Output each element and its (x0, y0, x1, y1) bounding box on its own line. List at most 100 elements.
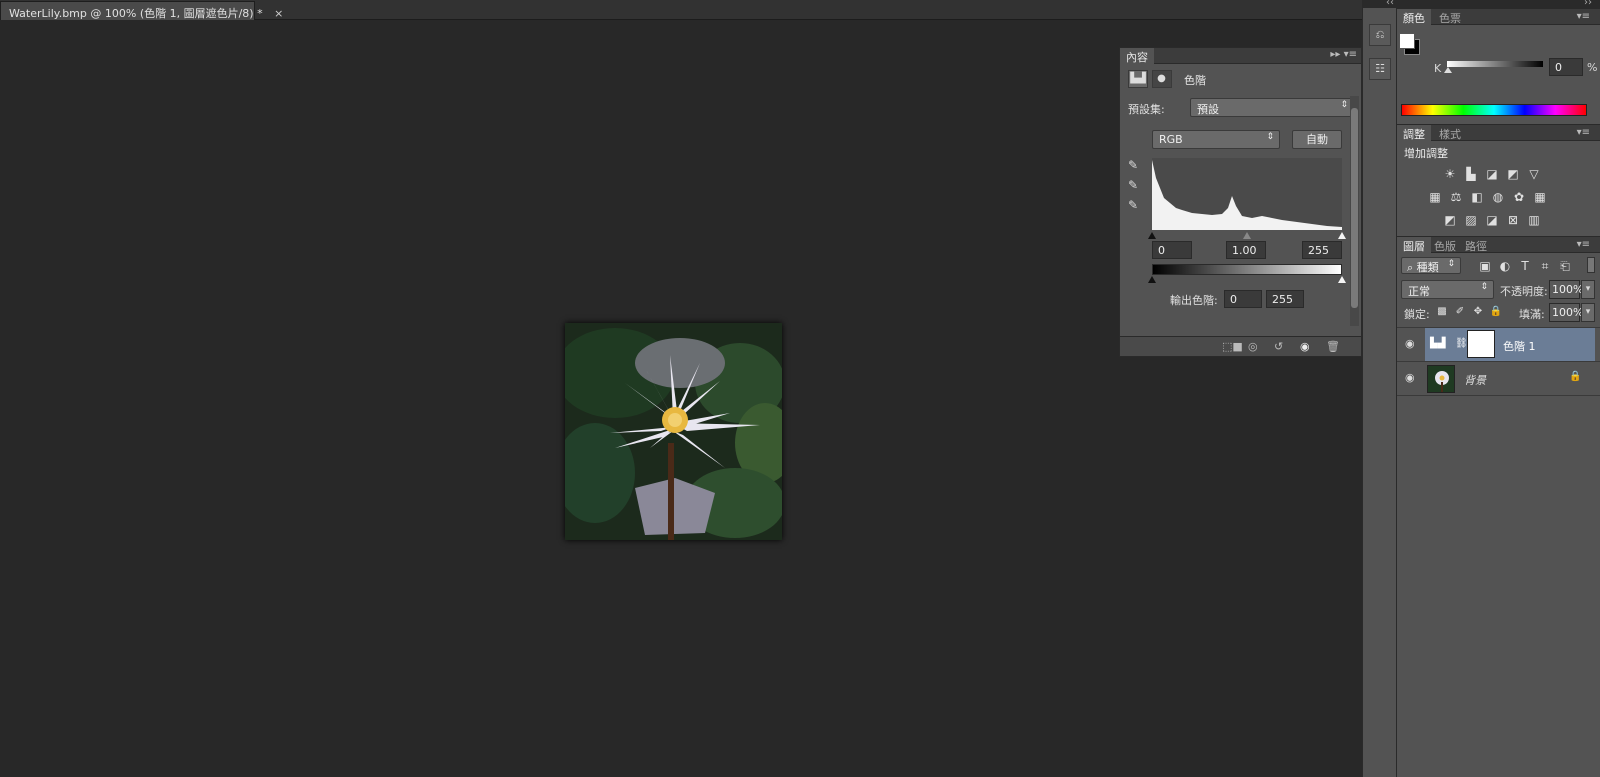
fill-field[interactable]: 100% (1549, 303, 1583, 322)
foreground-color-swatch[interactable] (1399, 33, 1415, 49)
color-panel-tabs: 顏色 色票 ▾≡ (1397, 9, 1600, 25)
levels-adjust-icon[interactable]: ▙ (1463, 167, 1479, 181)
output-black-slider[interactable] (1148, 276, 1156, 283)
lock-label: 鎖定: (1404, 308, 1430, 321)
tab-channels[interactable]: 色版 (1428, 237, 1462, 253)
fill-dropdown-icon[interactable]: ▾ (1581, 303, 1595, 322)
gray-eyedropper-icon[interactable]: ✎ (1128, 178, 1144, 194)
layer-mask-thumbnail[interactable] (1467, 330, 1495, 358)
trash-icon[interactable]: 🗑 (1326, 340, 1340, 353)
levels-icon[interactable]: ▙▟ (1128, 70, 1148, 88)
document-tab-bar: WaterLily.bmp @ 100% (色階 1, 圖層遮色片/8) * × (0, 0, 1600, 20)
color-panel: 顏色 色票 ▾≡ K 0 % (1397, 8, 1600, 124)
water-lily-image[interactable] (565, 323, 782, 540)
properties-dock-icon[interactable]: ☷ (1369, 58, 1391, 80)
output-black-field[interactable]: 0 (1224, 290, 1262, 308)
reset-icon[interactable]: ↺ (1274, 340, 1283, 353)
blend-mode-select[interactable]: 正常 ⇕ (1401, 280, 1494, 299)
lock-transparent-icon[interactable]: ▩ (1434, 305, 1450, 319)
scrollbar-thumb[interactable] (1351, 108, 1358, 308)
collapse-left-icon[interactable]: ‹‹ (1386, 0, 1394, 8)
input-gamma-slider[interactable] (1243, 232, 1251, 239)
layer-row-levels[interactable]: ◉ ▙▟ ⛓ 色階 1 (1397, 328, 1600, 362)
visibility-eye-icon[interactable]: ◉ (1300, 340, 1310, 353)
fill-label: 填滿: (1519, 308, 1545, 321)
opacity-dropdown-icon[interactable]: ▾ (1581, 280, 1595, 299)
selective-color-icon[interactable]: ⊠ (1505, 213, 1521, 227)
input-white-field[interactable]: 255 (1302, 241, 1342, 259)
tab-layers[interactable]: 圖層 (1397, 237, 1431, 253)
color-spectrum-bar[interactable] (1401, 104, 1587, 116)
tab-paths[interactable]: 路徑 (1459, 237, 1493, 253)
pixel-filter-icon[interactable]: ▣ (1477, 259, 1493, 273)
chain-link-icon[interactable]: ⛓ (1455, 338, 1468, 349)
photo-filter-icon[interactable]: ◍ (1490, 190, 1506, 204)
lock-pixels-icon[interactable]: ✐ (1452, 305, 1468, 319)
document-tab[interactable]: WaterLily.bmp @ 100% (色階 1, 圖層遮色片/8) * × (0, 1, 283, 20)
filter-toggle[interactable] (1587, 257, 1595, 273)
k-slider-handle[interactable] (1444, 67, 1452, 73)
panel-menu-icon[interactable]: ▾≡ (1571, 238, 1596, 254)
tab-adjustments[interactable]: 調整 (1397, 125, 1431, 141)
invert-icon[interactable]: ◩ (1442, 213, 1458, 227)
visibility-eye-icon[interactable]: ◉ (1405, 371, 1421, 387)
layer-filter-select[interactable]: ⌕ 種類 ⇕ (1401, 257, 1461, 274)
input-black-field[interactable]: 0 (1152, 241, 1192, 259)
output-white-slider[interactable] (1338, 276, 1346, 283)
tab-properties[interactable]: 內容 (1120, 48, 1154, 64)
input-gamma-field[interactable]: 1.00 (1226, 241, 1266, 259)
layer-name[interactable]: 色階 1 (1503, 338, 1536, 354)
panel-menu-icon[interactable]: ▾≡ (1571, 126, 1596, 142)
preset-select[interactable]: 預設 ⇕ (1190, 98, 1354, 117)
exposure-icon[interactable]: ◩ (1505, 167, 1521, 181)
view-previous-icon[interactable]: ◎ (1248, 340, 1258, 353)
channel-mixer-icon[interactable]: ✿ (1511, 190, 1527, 204)
panel-menu-icon[interactable]: ▸▸ ▾≡ (1330, 49, 1357, 60)
collapse-right-icon[interactable]: ›› (1584, 0, 1592, 8)
layer-name[interactable]: 背景 (1464, 372, 1486, 388)
history-icon[interactable]: ⎌ (1369, 24, 1391, 46)
threshold-icon[interactable]: ◪ (1484, 213, 1500, 227)
lock-position-icon[interactable]: ✥ (1470, 305, 1486, 319)
lock-all-icon[interactable]: 🔒 (1488, 305, 1504, 319)
gradient-map-icon[interactable]: ▥ (1526, 213, 1542, 227)
smart-object-filter-icon[interactable]: ⎗ (1557, 259, 1573, 273)
type-filter-icon[interactable]: T (1517, 259, 1533, 273)
mask-icon[interactable]: ● (1151, 70, 1172, 88)
white-eyedropper-icon[interactable]: ✎ (1128, 198, 1144, 214)
filter-label: 種類 (1416, 261, 1439, 274)
histogram (1152, 158, 1342, 230)
properties-scrollbar[interactable] (1350, 96, 1359, 326)
color-balance-icon[interactable]: ⚖ (1448, 190, 1464, 204)
tab-swatches[interactable]: 色票 (1433, 9, 1467, 25)
input-black-slider[interactable] (1148, 232, 1156, 239)
layers-panel: 圖層 色版 路徑 ▾≡ ⌕ 種類 ⇕ ▣ ◐ T ⌗ ⎗ 正常 ⇕ 不透明度: … (1397, 236, 1600, 777)
output-white-field[interactable]: 255 (1266, 290, 1304, 308)
shape-filter-icon[interactable]: ⌗ (1537, 259, 1553, 273)
vibrance-icon[interactable]: ▽ (1526, 167, 1542, 181)
clip-to-layer-icon[interactable]: ⬚■ (1222, 340, 1243, 353)
visibility-eye-icon[interactable]: ◉ (1405, 337, 1421, 353)
posterize-icon[interactable]: ▨ (1463, 213, 1479, 227)
auto-button[interactable]: 自動 (1292, 130, 1342, 149)
dock-collapse-bar[interactable]: ‹‹ ›› (1362, 0, 1600, 8)
brightness-icon[interactable]: ☀ (1442, 167, 1458, 181)
black-eyedropper-icon[interactable]: ✎ (1128, 158, 1144, 174)
color-lookup-icon[interactable]: ▦ (1532, 190, 1548, 204)
tab-color[interactable]: 顏色 (1397, 9, 1431, 25)
black-white-icon[interactable]: ◧ (1469, 190, 1485, 204)
curves-icon[interactable]: ◪ (1484, 167, 1500, 181)
hue-saturation-icon[interactable]: ▦ (1427, 190, 1443, 204)
k-slider-track[interactable] (1447, 61, 1543, 67)
water-lily-thumbnail (1435, 371, 1449, 392)
opacity-field[interactable]: 100% (1549, 280, 1583, 299)
layer-row-background[interactable]: ◉ 背景 🔒 (1397, 362, 1600, 396)
input-white-slider[interactable] (1338, 232, 1346, 239)
k-value-field[interactable]: 0 (1549, 58, 1583, 76)
adjustment-filter-icon[interactable]: ◐ (1497, 259, 1513, 273)
panel-menu-icon[interactable]: ▾≡ (1571, 10, 1596, 26)
close-icon[interactable]: × (274, 7, 283, 20)
tab-styles[interactable]: 樣式 (1433, 125, 1467, 141)
percent-unit: % (1587, 61, 1598, 74)
channel-select[interactable]: RGB ⇕ (1152, 130, 1280, 149)
